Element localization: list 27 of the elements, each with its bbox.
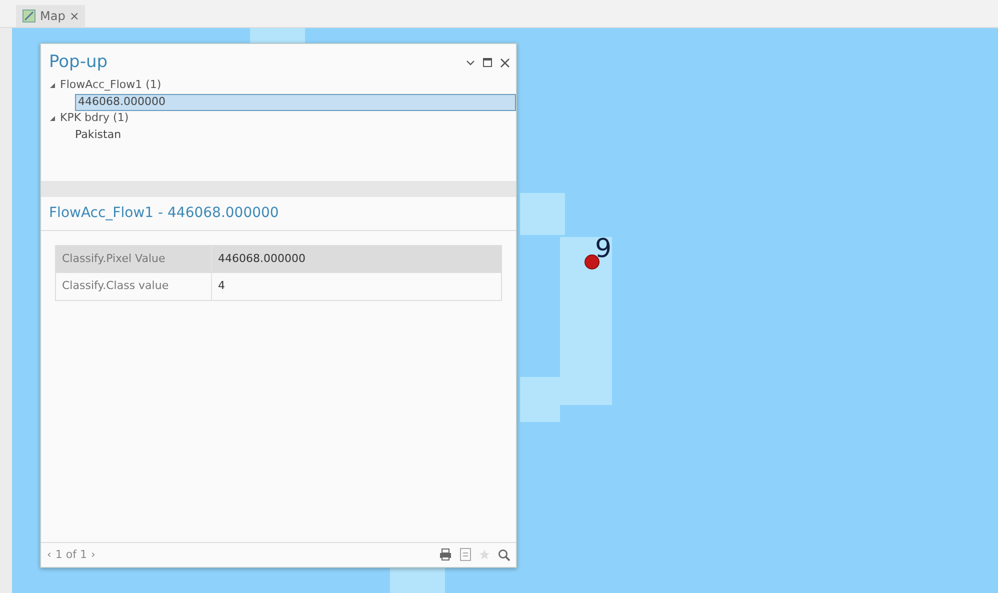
expanded-triangle-icon[interactable] — [49, 115, 56, 122]
search-icon[interactable] — [498, 548, 510, 561]
raster-cell — [250, 28, 305, 43]
printer-icon[interactable] — [439, 548, 452, 562]
close-icon[interactable] — [500, 58, 510, 68]
raster-cell — [520, 193, 565, 235]
close-tab-button[interactable]: × — [69, 7, 80, 25]
tree-item[interactable]: 446068.000000 — [75, 94, 516, 110]
raster-cell — [520, 377, 560, 422]
maximize-icon[interactable] — [483, 58, 492, 68]
field-value: 446068.000000 — [217, 250, 306, 267]
tree-item[interactable]: KPK bdry (1) — [60, 110, 129, 127]
chevron-down-icon[interactable] — [466, 58, 475, 68]
feature-title: FlowAcc_Flow1 - 446068.000000 — [41, 196, 516, 230]
map-icon — [22, 9, 36, 23]
star-icon[interactable] — [479, 549, 490, 560]
point-label: 9 — [595, 236, 612, 262]
page-counter: 1 of 1 — [55, 546, 87, 562]
field-name: Classify.Pixel Value — [56, 246, 212, 272]
field-value: 4 — [217, 278, 225, 294]
tree-item[interactable]: Pakistan — [49, 126, 516, 144]
tree-item[interactable]: FlowAcc_Flow1 (1) — [60, 77, 162, 94]
map-tab[interactable]: Map — [40, 7, 66, 25]
field-name: Classify.Class value — [56, 272, 212, 300]
panel-title: Pop-up — [49, 51, 108, 74]
raster-cell — [390, 568, 445, 593]
expanded-triangle-icon[interactable] — [49, 82, 56, 89]
